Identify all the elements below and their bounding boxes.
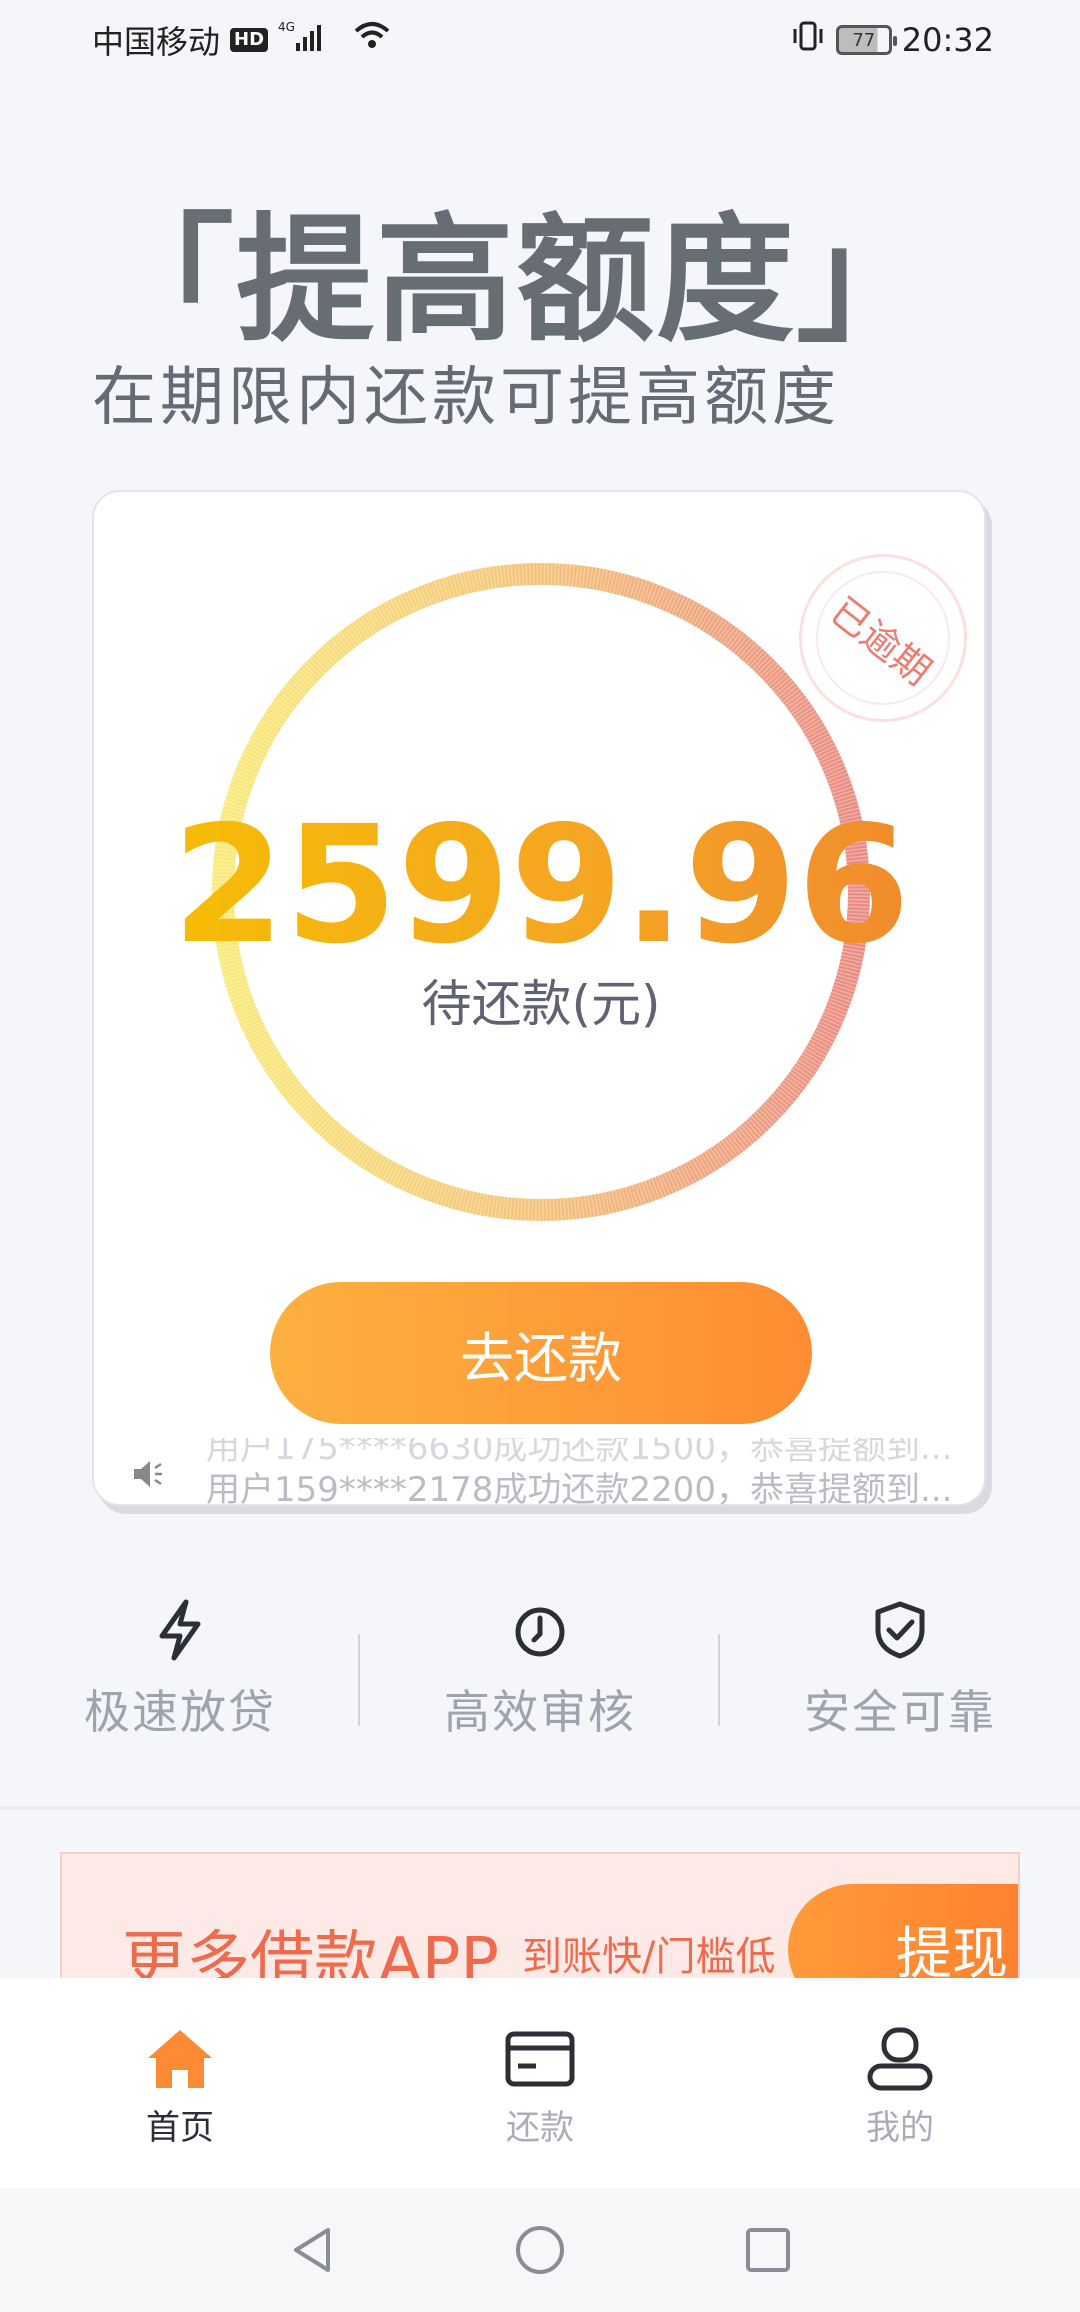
battery-icon: 77 xyxy=(835,25,897,55)
hd-badge: HD xyxy=(230,28,269,52)
nav-item-home[interactable]: 首页 xyxy=(80,2026,280,2149)
feature-label: 安全可靠 xyxy=(804,1685,996,1739)
signal-icon: 4G xyxy=(278,19,342,61)
nav-item-repay[interactable]: 还款 xyxy=(440,2026,640,2149)
nav-label: 首页 xyxy=(146,2108,214,2148)
feature-label: 极速放贷 xyxy=(84,1685,276,1739)
shield-check-icon xyxy=(875,1601,925,1659)
amount-due-label: 待还款(元) xyxy=(421,975,661,1033)
user-icon xyxy=(867,2027,933,2091)
clock-icon xyxy=(515,1607,565,1657)
home-icon xyxy=(148,2030,212,2088)
feature-label: 高效审核 xyxy=(444,1685,636,1739)
hero-title: 「提高额度」 xyxy=(96,200,937,361)
feature-divider xyxy=(718,1634,720,1726)
nav-item-profile[interactable]: 我的 xyxy=(800,2026,1000,2149)
bottom-nav: 首页 还款 我的 xyxy=(0,1978,1080,2188)
repay-button[interactable]: 去还款 xyxy=(270,1282,812,1424)
promo-subtitle: 到账快/门槛低 xyxy=(522,1934,776,1980)
feature-review: 高效审核 xyxy=(390,1598,690,1742)
carrier-name: 中国移动 xyxy=(92,23,221,61)
amount-due: 2599.96 xyxy=(94,792,988,980)
network-type: 4G xyxy=(278,20,295,34)
app-screen: 中国移动 HD 4G 77 20:32 「提高额度」 在期限内还款可提高额度 已… xyxy=(0,0,1080,2312)
home-circle-icon[interactable] xyxy=(514,2224,566,2276)
battery-level: 77 xyxy=(852,29,876,51)
overdue-stamp-text: 已逾期 xyxy=(822,588,940,694)
repayment-card: 已逾期 2599.96 待还款(元) 去还款 用户175****6630成功还款… xyxy=(92,490,988,1508)
clock-time: 20:32 xyxy=(901,21,994,59)
feature-divider xyxy=(358,1634,360,1726)
lightning-icon xyxy=(159,1599,201,1661)
promo-title: 更多借款APP xyxy=(122,1925,499,1982)
recents-icon[interactable] xyxy=(744,2226,792,2274)
promo-banner[interactable]: 更多借款APP 到账快/门槛低 提现 xyxy=(60,1852,1020,1982)
status-right: 77 20:32 xyxy=(790,19,994,61)
back-icon[interactable] xyxy=(288,2224,336,2276)
status-bar: 中国移动 HD 4G 77 20:32 xyxy=(0,0,1080,80)
system-nav-bar xyxy=(0,2188,1080,2312)
feature-row: 极速放贷 高效审核 安全可靠 xyxy=(0,1598,1080,1758)
hero-subtitle: 在期限内还款可提高额度 xyxy=(92,361,840,435)
vibrate-icon xyxy=(790,19,826,61)
section-separator xyxy=(0,1806,1080,1810)
ticker-current-message: 用户159****2178成功还款2200，恭喜提额到... xyxy=(206,1470,953,1508)
speaker-icon xyxy=(134,1461,162,1487)
feature-secure: 安全可靠 xyxy=(750,1598,1050,1742)
feature-fast-loan: 极速放贷 xyxy=(30,1598,330,1742)
overdue-stamp: 已逾期 xyxy=(799,554,967,722)
nav-label: 我的 xyxy=(866,2108,934,2148)
repayment-ticker: 用户175****6630成功还款1500，恭喜提额到... 用户159****… xyxy=(94,1438,988,1508)
status-left: 中国移动 HD 4G xyxy=(92,17,392,63)
nav-label: 还款 xyxy=(506,2108,574,2148)
withdraw-button[interactable]: 提现 xyxy=(788,1884,1018,1982)
wifi-icon xyxy=(352,19,392,61)
card-icon xyxy=(505,2031,575,2087)
